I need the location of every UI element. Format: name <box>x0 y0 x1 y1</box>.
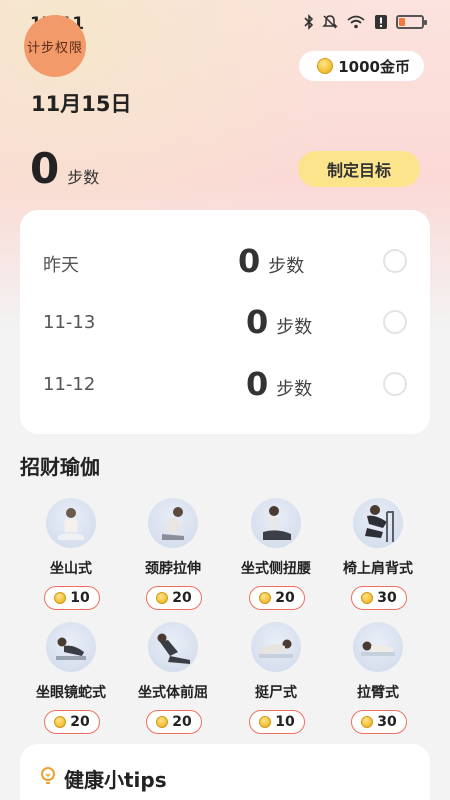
date-label: 11月15日 <box>31 92 132 116</box>
coin-icon <box>361 592 374 604</box>
yoga-item-name: 坐眼镜蛇式 <box>36 685 106 701</box>
coin-icon <box>54 716 67 728</box>
yoga-item[interactable]: 坐式侧扭腰 20 <box>225 498 327 618</box>
history-radio[interactable] <box>383 249 407 273</box>
yoga-reward-badge: 10 <box>249 710 305 734</box>
wifi-icon <box>346 14 366 30</box>
yoga-reward-badge: 30 <box>351 710 407 734</box>
yoga-item-name: 挺尸式 <box>255 685 297 701</box>
yoga-item[interactable]: 坐眼镜蛇式 20 <box>20 622 122 742</box>
today-steps-unit: 步数 <box>67 168 100 187</box>
history-day: 11-13 <box>43 312 96 333</box>
yoga-item[interactable]: 挺尸式 10 <box>225 622 327 742</box>
today-steps: 0 步数 <box>30 144 99 193</box>
yoga-pose-image <box>46 622 96 672</box>
yoga-pose-image <box>353 498 403 548</box>
today-steps-value: 0 <box>30 144 60 193</box>
set-goal-button[interactable]: 制定目标 <box>298 151 420 187</box>
yoga-reward-badge: 20 <box>249 586 305 610</box>
yoga-reward-value: 30 <box>377 714 397 730</box>
yoga-item-name: 颈脖拉伸 <box>145 561 201 577</box>
yoga-reward-value: 10 <box>275 714 295 730</box>
coin-icon <box>259 716 272 728</box>
yoga-reward-value: 20 <box>275 590 295 606</box>
step-permission-button[interactable]: 计步权限 <box>24 15 86 77</box>
health-tips-title: 健康小tips <box>64 768 167 792</box>
history-steps-value: 0 <box>246 303 269 341</box>
yoga-item[interactable]: 颈脖拉伸 20 <box>122 498 224 618</box>
yoga-item[interactable]: 椅上肩背式 30 <box>327 498 429 618</box>
bluetooth-icon <box>304 14 314 30</box>
yoga-reward-value: 20 <box>172 714 192 730</box>
yoga-item-name: 坐山式 <box>50 561 92 577</box>
health-tips-header: 健康小tips <box>40 764 167 793</box>
history-day: 昨天 <box>43 255 79 276</box>
history-steps: 0 步数 <box>238 242 304 280</box>
history-row[interactable]: 11-12 0 步数 <box>20 365 430 405</box>
history-row[interactable]: 11-13 0 步数 <box>20 303 430 343</box>
status-icons <box>304 14 427 30</box>
coin-icon <box>156 592 169 604</box>
coin-icon <box>259 592 272 604</box>
yoga-reward-badge: 10 <box>44 586 100 610</box>
yoga-pose-image <box>148 498 198 548</box>
yoga-item-name: 坐式侧扭腰 <box>241 561 311 577</box>
alert-icon <box>374 14 388 30</box>
coin-icon <box>317 58 334 74</box>
coin-icon <box>54 592 67 604</box>
yoga-reward-value: 20 <box>70 714 90 730</box>
yoga-pose-image <box>353 622 403 672</box>
yoga-item[interactable]: 坐式体前屈 20 <box>122 622 224 742</box>
history-steps-unit: 步数 <box>276 379 313 400</box>
yoga-pose-image <box>148 622 198 672</box>
yoga-item-name: 拉臂式 <box>357 685 399 701</box>
history-steps: 0 步数 <box>246 365 312 403</box>
history-steps: 0 步数 <box>246 303 312 341</box>
yoga-item-name: 椅上肩背式 <box>343 561 413 577</box>
coin-icon <box>156 716 169 728</box>
yoga-pose-image <box>251 498 301 548</box>
yoga-pose-image <box>46 498 96 548</box>
yoga-reward-badge: 20 <box>44 710 100 734</box>
yoga-item[interactable]: 拉臂式 30 <box>327 622 429 742</box>
history-radio[interactable] <box>383 310 407 334</box>
yoga-reward-badge: 30 <box>351 586 407 610</box>
yoga-item-name: 坐式体前屈 <box>138 685 208 701</box>
yoga-reward-value: 10 <box>70 590 90 606</box>
coin-balance-label: 1000金币 <box>338 57 410 76</box>
health-tips-card: 健康小tips <box>20 744 430 800</box>
step-history-card: 昨天 0 步数 11-13 0 步数 11-12 0 步数 <box>20 210 430 434</box>
yoga-item[interactable]: 坐山式 10 <box>20 498 122 618</box>
yoga-reward-value: 20 <box>172 590 192 606</box>
history-steps-value: 0 <box>238 242 261 280</box>
yoga-section-title: 招财瑜伽 <box>20 455 100 479</box>
history-steps-unit: 步数 <box>268 256 305 277</box>
mute-icon <box>322 14 338 30</box>
coin-icon <box>361 716 374 728</box>
history-steps-unit: 步数 <box>276 317 313 338</box>
yoga-reward-value: 30 <box>377 590 397 606</box>
battery-icon <box>396 15 427 29</box>
history-steps-value: 0 <box>246 365 269 403</box>
coin-balance[interactable]: 1000金币 <box>299 51 424 81</box>
history-day: 11-12 <box>43 374 96 395</box>
history-row[interactable]: 昨天 0 步数 <box>20 242 430 282</box>
lightbulb-icon <box>40 766 56 791</box>
yoga-pose-image <box>251 622 301 672</box>
history-radio[interactable] <box>383 372 407 396</box>
yoga-reward-badge: 20 <box>146 710 202 734</box>
yoga-reward-badge: 20 <box>146 586 202 610</box>
